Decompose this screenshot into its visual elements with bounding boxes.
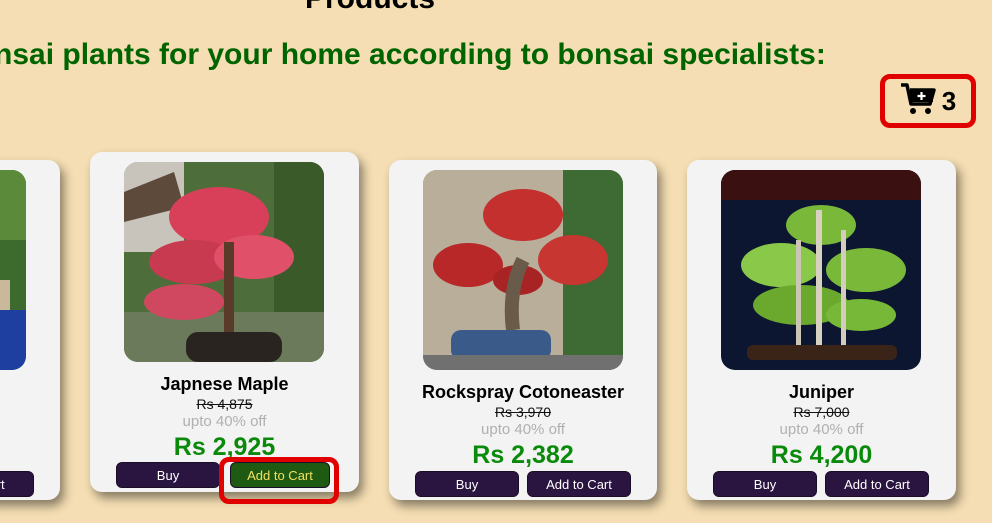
product-name: Juniper xyxy=(788,382,854,402)
add-to-cart-button[interactable]: Add to Cart xyxy=(527,471,631,497)
add-to-cart-button[interactable]: Add to Cart xyxy=(825,471,929,497)
product-name: Rockspray Cotoneaster xyxy=(421,382,625,402)
original-price: Rs 3,970 xyxy=(494,404,552,420)
product-card: Japnese Maple Rs 4,875 upto 40% off Rs 2… xyxy=(90,152,359,492)
product-image xyxy=(423,170,623,370)
cart-plus-icon xyxy=(900,82,936,121)
section-title: Products xyxy=(305,0,435,16)
buy-button[interactable]: Buy xyxy=(713,471,817,497)
original-price: Rs 4,875 xyxy=(196,396,253,412)
discount-text: upto 40% off xyxy=(182,413,267,430)
buy-button[interactable]: Buy xyxy=(116,462,220,488)
cart-count: 3 xyxy=(941,85,957,116)
product-image xyxy=(721,170,921,370)
buy-button[interactable]: Buy xyxy=(415,471,519,497)
product-image xyxy=(124,162,324,362)
discount-text: upto 40% off xyxy=(779,421,864,438)
sale-price: Rs 4,200 xyxy=(770,441,873,469)
product-card: art xyxy=(0,160,60,500)
product-card: Juniper Rs 7,000 upto 40% off Rs 4,200 B… xyxy=(687,160,956,500)
product-image xyxy=(0,170,26,370)
discount-text: upto 40% off xyxy=(481,421,565,438)
sale-price: Rs 2,382 xyxy=(472,441,574,469)
original-price: Rs 7,000 xyxy=(793,404,850,420)
sale-price: Rs 2,925 xyxy=(173,433,276,461)
cart-button[interactable]: 3 xyxy=(880,74,976,128)
add-to-cart-button[interactable]: art xyxy=(0,471,34,497)
add-to-cart-button[interactable]: Add to Cart xyxy=(230,462,330,488)
page-headline: nsai plants for your home according to b… xyxy=(0,38,826,71)
product-name: Japnese Maple xyxy=(160,374,289,394)
product-card: Rockspray Cotoneaster Rs 3,970 upto 40% … xyxy=(389,160,657,500)
